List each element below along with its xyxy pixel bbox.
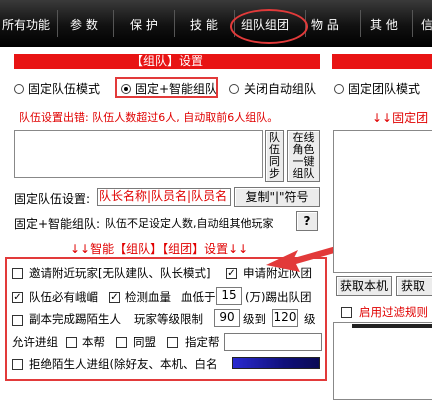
menu-skills[interactable]: 技 能 [190,16,218,33]
smart-team-label: 固定+智能组队: [14,217,101,231]
copy-separator-button[interactable]: 复制"|"符号 [234,187,320,207]
fixed-team-input[interactable]: 队长名称|队员名|队员名 [97,188,231,206]
help-button[interactable]: ? [296,211,318,231]
right-error-text: ↓↓固定团 [372,111,429,125]
need-emei-label: 队伍必有峨嵋 [29,290,98,304]
radio-close-auto[interactable] [229,84,239,94]
enable-filter-checkbox[interactable] [341,307,352,318]
level-to-label: 级到 [243,312,266,326]
error-text: 队伍设置出错: 队伍人数超过6人, 自动取前6人组队。 [19,111,279,124]
menu-separator [174,10,175,37]
online-team-button[interactable]: 在线角色一键组队 [287,130,320,182]
smart-section-title: ↓↓智能【组队】【组团】设置↓↓ [70,242,249,256]
fixed-team-label: 固定队伍设置: [14,192,91,206]
own-gang-label: 本帮 [82,335,105,349]
hp-unit-label: (万)踢出队团 [245,290,312,304]
filter-rules-box[interactable] [333,322,432,400]
group-list-box[interactable] [333,130,432,273]
invite-nearby-label: 邀请附近玩家[无队建队、队长模式] [29,266,211,280]
specified-gang-checkbox[interactable] [167,337,178,348]
right-panel-header [332,54,432,69]
dungeon-kick-label: 副本完成踢陌生人 [29,312,121,326]
alliance-checkbox[interactable] [116,337,127,348]
menu-separator [57,10,58,37]
menu-separator [113,10,114,37]
filter-header-strip [352,324,432,328]
get-this-machine-button[interactable]: 获取本机 [336,276,392,296]
hp-below-label: 血低于 [181,290,216,304]
specified-gang-input[interactable] [224,333,322,351]
top-menu-bar: 所有功能 参 数 保 护 技 能 组队组团 物 品 其 他 信 [0,0,432,47]
check-hp-label: 检测血量 [125,290,171,304]
panel-header: 【组队】设置 [14,54,320,69]
highlight-box [115,77,218,98]
dungeon-kick-checkbox[interactable] [12,315,23,326]
menu-separator [360,10,361,37]
menu-separator [412,10,413,37]
level-limit-label: 玩家等级限制 [134,312,203,326]
radio-fixed-group-label: 固定团队模式 [348,82,421,96]
reject-strangers-label: 拒绝陌生人进组(除好友、本机、白名 [29,357,218,371]
level-unit-label: 级 [304,312,316,326]
highlight-oval [230,9,308,44]
menu-protection[interactable]: 保 护 [130,16,158,33]
fixed-team-value: 队长名称|队员名|队员名 [99,189,228,203]
menu-more[interactable]: 信 [421,16,432,33]
radio-fixed-group[interactable] [334,84,344,94]
reject-strangers-checkbox[interactable] [12,359,23,370]
own-gang-checkbox[interactable] [66,337,77,348]
menu-other[interactable]: 其 他 [370,16,398,33]
sync-button[interactable]: 队伍同步 [265,130,284,182]
allow-join-label: 允许进组 [12,335,58,349]
menu-parameters[interactable]: 参 数 [70,16,98,33]
menu-all-functions[interactable]: 所有功能 [2,16,50,33]
level-min-input[interactable]: 90 [214,309,240,327]
apply-nearby-checkbox[interactable]: ✓ [226,268,237,279]
team-list-box[interactable] [14,130,263,178]
radio-close-auto-label: 关闭自动组队 [244,82,317,96]
level-max-input[interactable]: 120 [272,309,298,327]
invite-nearby-checkbox[interactable] [12,268,23,279]
hp-threshold-input[interactable]: 15 [216,287,242,305]
need-emei-checkbox[interactable]: ✓ [12,292,23,303]
radio-fixed-team[interactable] [14,84,24,94]
enable-filter-label: 启用过滤规则 [359,305,428,319]
alliance-label: 同盟 [133,335,156,349]
menu-items[interactable]: 物 品 [311,16,339,33]
scroll-indicator-bar [232,357,320,369]
smart-team-desc: 队伍不足设定人数,自动组其他玩家 [105,217,274,230]
radio-fixed-team-label: 固定队伍模式 [28,82,101,96]
check-hp-checkbox[interactable]: ✓ [109,292,120,303]
specified-gang-label: 指定帮 [185,335,220,349]
get-button[interactable]: 获取 [396,276,432,296]
